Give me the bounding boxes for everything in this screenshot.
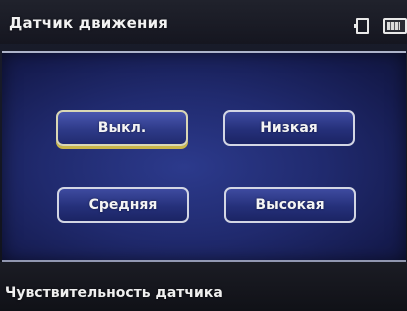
page-title: Датчик движения xyxy=(9,14,169,32)
options-panel xyxy=(2,51,406,262)
memory-card-icon xyxy=(354,18,369,34)
footer-caption: Чувствительность датчика xyxy=(5,285,223,301)
battery-level xyxy=(387,22,400,30)
option-high-button[interactable]: Высокая xyxy=(224,187,356,223)
camera-screen: Датчик движения Выкл. Низкая Средняя Выс… xyxy=(0,0,407,311)
battery-icon xyxy=(383,18,407,34)
panel-top-divider xyxy=(2,51,406,53)
option-medium-button[interactable]: Средняя xyxy=(57,187,189,223)
option-off-button[interactable]: Выкл. xyxy=(56,110,188,146)
option-low-button[interactable]: Низкая xyxy=(223,110,355,146)
